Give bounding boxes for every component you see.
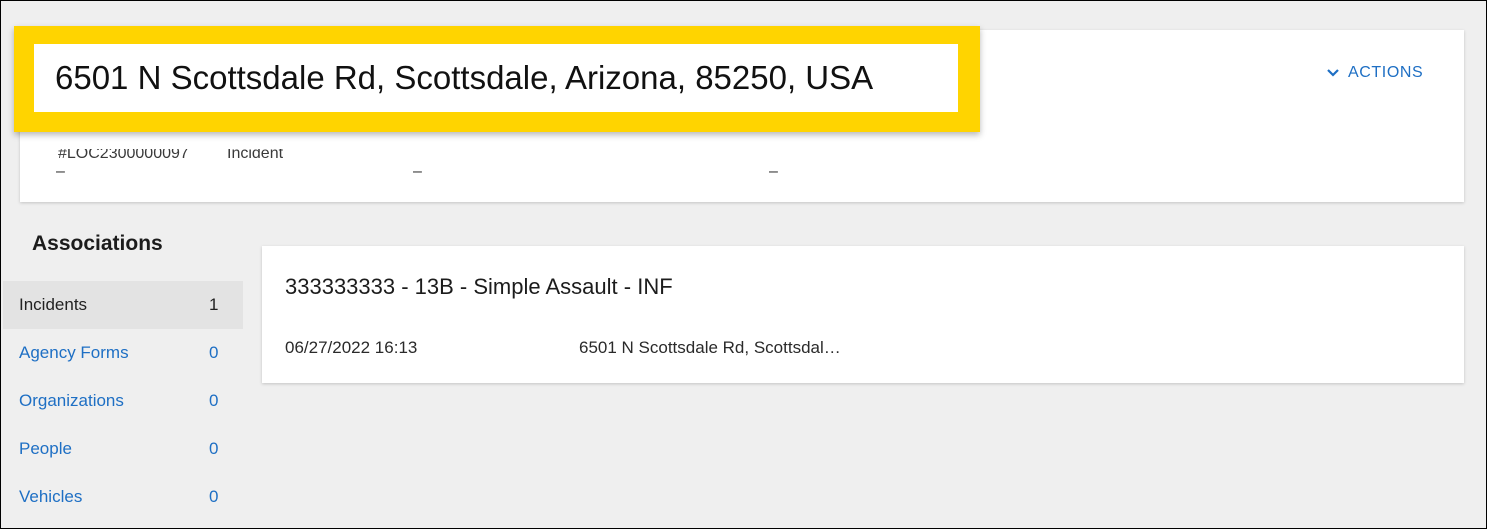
field-value-3: – xyxy=(769,163,778,180)
record-type: Incident xyxy=(227,149,284,162)
incident-date: 06/27/2022 16:13 xyxy=(285,338,418,357)
title-highlight-inner: 6501 N Scottsdale Rd, Scottsdale, Arizon… xyxy=(34,44,958,112)
association-label: Organizations xyxy=(19,391,124,410)
association-label: Incidents xyxy=(19,295,88,314)
chevron-down-icon xyxy=(1327,69,1339,77)
association-item-people[interactable]: People 0 xyxy=(3,425,243,473)
field-value-2: – xyxy=(413,163,422,180)
actions-button[interactable]: ACTIONS xyxy=(1327,64,1423,82)
app-frame: #LOC2300000097 Incident – – – ACTIONS 65… xyxy=(0,0,1487,529)
record-id: #LOC2300000097 xyxy=(58,149,189,162)
incident-card[interactable]: 333333333 - 13B - Simple Assault - INF 0… xyxy=(262,246,1464,383)
association-item-organizations[interactable]: Organizations 0 xyxy=(3,377,243,425)
field-value-1: – xyxy=(56,163,65,180)
association-count: 0 xyxy=(209,343,219,362)
association-item-agency-forms[interactable]: Agency Forms 0 xyxy=(3,329,243,377)
association-count: 0 xyxy=(209,487,219,506)
title-highlight: 6501 N Scottsdale Rd, Scottsdale, Arizon… xyxy=(14,26,980,132)
association-item-incidents[interactable]: Incidents 1 xyxy=(3,281,243,329)
associations-heading: Associations xyxy=(32,232,163,255)
association-count: 0 xyxy=(209,391,219,410)
association-count: 1 xyxy=(209,295,219,314)
incident-title: 333333333 - 13B - Simple Assault - INF xyxy=(285,274,673,299)
associations-list: Incidents 1 Agency Forms 0 Organizations… xyxy=(3,281,243,521)
association-label: Vehicles xyxy=(19,487,83,506)
incident-address: 6501 N Scottsdale Rd, Scottsdal… xyxy=(579,338,841,357)
page-title: 6501 N Scottsdale Rd, Scottsdale, Arizon… xyxy=(55,59,874,96)
actions-label: ACTIONS xyxy=(1348,64,1424,81)
association-item-vehicles[interactable]: Vehicles 0 xyxy=(3,473,243,521)
association-label: People xyxy=(19,439,72,458)
association-count: 0 xyxy=(209,439,219,458)
association-label: Agency Forms xyxy=(19,343,129,362)
record-meta-row: #LOC2300000097 Incident xyxy=(20,149,1464,163)
